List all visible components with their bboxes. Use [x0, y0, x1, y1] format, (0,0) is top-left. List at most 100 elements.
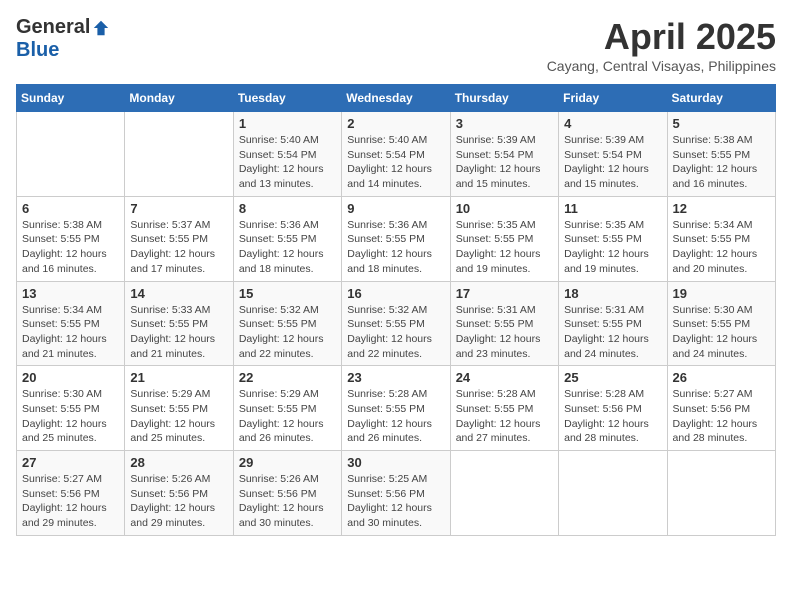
calendar-cell: 24Sunrise: 5:28 AMSunset: 5:55 PMDayligh…	[450, 366, 558, 451]
day-info: Sunrise: 5:34 AMSunset: 5:55 PMDaylight:…	[22, 303, 119, 362]
calendar-table: SundayMondayTuesdayWednesdayThursdayFrid…	[16, 84, 776, 536]
calendar-cell: 26Sunrise: 5:27 AMSunset: 5:56 PMDayligh…	[667, 366, 775, 451]
calendar-cell: 10Sunrise: 5:35 AMSunset: 5:55 PMDayligh…	[450, 196, 558, 281]
day-info: Sunrise: 5:39 AMSunset: 5:54 PMDaylight:…	[564, 133, 661, 192]
calendar-cell: 30 Sunrise: 5:25 AMSunset: 5:56 PMDayligh…	[342, 451, 450, 536]
day-number: 18	[564, 286, 661, 301]
day-info: Sunrise: 5:30 AMSunset: 5:55 PMDaylight:…	[22, 387, 119, 446]
logo-icon	[92, 19, 110, 37]
day-number: 6	[22, 201, 119, 216]
day-info: Sunrise: 5:30 AMSunset: 5:55 PMDaylight:…	[673, 303, 770, 362]
weekday-header: Tuesday	[233, 85, 341, 112]
calendar-cell: 13 Sunrise: 5:34 AMSunset: 5:55 PMDayligh…	[17, 281, 125, 366]
day-number: 28	[130, 455, 227, 470]
calendar-cell	[17, 112, 125, 197]
day-number: 1	[239, 116, 336, 131]
calendar-cell: 1 Sunrise: 5:40 AMSunset: 5:54 PMDaylight…	[233, 112, 341, 197]
day-info: Sunrise: 5:39 AMSunset: 5:54 PMDaylight:…	[456, 133, 553, 192]
logo: General Blue	[16, 16, 110, 62]
calendar-week-row: 13 Sunrise: 5:34 AMSunset: 5:55 PMDayligh…	[17, 281, 776, 366]
day-number: 5	[673, 116, 770, 131]
weekday-header: Saturday	[667, 85, 775, 112]
day-number: 16	[347, 286, 444, 301]
calendar-title: April 2025	[547, 16, 776, 58]
day-info: Sunrise: 5:29 AMSunset: 5:55 PMDaylight:…	[239, 387, 336, 446]
calendar-cell: 20 Sunrise: 5:30 AMSunset: 5:55 PMDayligh…	[17, 366, 125, 451]
calendar-cell: 2Sunrise: 5:40 AMSunset: 5:54 PMDaylight…	[342, 112, 450, 197]
day-number: 14	[130, 286, 227, 301]
day-info: Sunrise: 5:28 AMSunset: 5:56 PMDaylight:…	[564, 387, 661, 446]
weekday-header: Thursday	[450, 85, 558, 112]
weekday-header: Wednesday	[342, 85, 450, 112]
page-header: General Blue April 2025 Cayang, Central …	[16, 16, 776, 74]
day-info: Sunrise: 5:38 AMSunset: 5:55 PMDaylight:…	[22, 218, 119, 277]
day-info: Sunrise: 5:35 AMSunset: 5:55 PMDaylight:…	[564, 218, 661, 277]
calendar-cell: 29 Sunrise: 5:26 AMSunset: 5:56 PMDayligh…	[233, 451, 341, 536]
day-number: 26	[673, 370, 770, 385]
day-info: Sunrise: 5:35 AMSunset: 5:55 PMDaylight:…	[456, 218, 553, 277]
day-info: Sunrise: 5:32 AMSunset: 5:55 PMDaylight:…	[347, 303, 444, 362]
day-number: 17	[456, 286, 553, 301]
weekday-header: Monday	[125, 85, 233, 112]
calendar-cell: 5 Sunrise: 5:38 AMSunset: 5:55 PMDaylight…	[667, 112, 775, 197]
day-number: 11	[564, 201, 661, 216]
day-number: 3	[456, 116, 553, 131]
calendar-cell	[559, 451, 667, 536]
day-number: 25	[564, 370, 661, 385]
day-info: Sunrise: 5:26 AMSunset: 5:56 PMDaylight:…	[130, 472, 227, 531]
calendar-cell: 15Sunrise: 5:32 AMSunset: 5:55 PMDayligh…	[233, 281, 341, 366]
day-number: 27	[22, 455, 119, 470]
day-number: 8	[239, 201, 336, 216]
day-info: Sunrise: 5:26 AMSunset: 5:56 PMDaylight:…	[239, 472, 336, 531]
day-number: 9	[347, 201, 444, 216]
weekday-header: Sunday	[17, 85, 125, 112]
day-number: 13	[22, 286, 119, 301]
day-number: 20	[22, 370, 119, 385]
calendar-cell: 27 Sunrise: 5:27 AMSunset: 5:56 PMDayligh…	[17, 451, 125, 536]
calendar-cell: 4 Sunrise: 5:39 AMSunset: 5:54 PMDaylight…	[559, 112, 667, 197]
day-info: Sunrise: 5:33 AMSunset: 5:55 PMDaylight:…	[130, 303, 227, 362]
day-number: 12	[673, 201, 770, 216]
day-number: 4	[564, 116, 661, 131]
day-number: 7	[130, 201, 227, 216]
calendar-cell: 9 Sunrise: 5:36 AMSunset: 5:55 PMDaylight…	[342, 196, 450, 281]
calendar-week-row: 6 Sunrise: 5:38 AMSunset: 5:55 PMDaylight…	[17, 196, 776, 281]
calendar-week-row: 27 Sunrise: 5:27 AMSunset: 5:56 PMDayligh…	[17, 451, 776, 536]
day-info: Sunrise: 5:38 AMSunset: 5:55 PMDaylight:…	[673, 133, 770, 192]
day-info: Sunrise: 5:31 AMSunset: 5:55 PMDaylight:…	[564, 303, 661, 362]
calendar-cell: 21 Sunrise: 5:29 AMSunset: 5:55 PMDayligh…	[125, 366, 233, 451]
calendar-cell	[125, 112, 233, 197]
calendar-cell: 11 Sunrise: 5:35 AMSunset: 5:55 PMDayligh…	[559, 196, 667, 281]
calendar-week-row: 20 Sunrise: 5:30 AMSunset: 5:55 PMDayligh…	[17, 366, 776, 451]
day-info: Sunrise: 5:34 AMSunset: 5:55 PMDaylight:…	[673, 218, 770, 277]
day-info: Sunrise: 5:29 AMSunset: 5:55 PMDaylight:…	[130, 387, 227, 446]
calendar-cell	[450, 451, 558, 536]
day-number: 21	[130, 370, 227, 385]
calendar-cell: 16 Sunrise: 5:32 AMSunset: 5:55 PMDayligh…	[342, 281, 450, 366]
title-block: April 2025 Cayang, Central Visayas, Phil…	[547, 16, 776, 74]
day-number: 23	[347, 370, 444, 385]
day-number: 22	[239, 370, 336, 385]
calendar-week-row: 1 Sunrise: 5:40 AMSunset: 5:54 PMDaylight…	[17, 112, 776, 197]
logo-general-text: General	[16, 16, 90, 39]
weekday-header: Friday	[559, 85, 667, 112]
calendar-cell: 18 Sunrise: 5:31 AMSunset: 5:55 PMDayligh…	[559, 281, 667, 366]
calendar-cell: 6 Sunrise: 5:38 AMSunset: 5:55 PMDaylight…	[17, 196, 125, 281]
day-info: Sunrise: 5:28 AMSunset: 5:55 PMDaylight:…	[456, 387, 553, 446]
calendar-cell: 28 Sunrise: 5:26 AMSunset: 5:56 PMDayligh…	[125, 451, 233, 536]
day-info: Sunrise: 5:27 AMSunset: 5:56 PMDaylight:…	[22, 472, 119, 531]
calendar-cell: 7 Sunrise: 5:37 AMSunset: 5:55 PMDaylight…	[125, 196, 233, 281]
day-info: Sunrise: 5:28 AMSunset: 5:55 PMDaylight:…	[347, 387, 444, 446]
day-info: Sunrise: 5:40 AMSunset: 5:54 PMDaylight:…	[239, 133, 336, 192]
calendar-cell: 14 Sunrise: 5:33 AMSunset: 5:55 PMDayligh…	[125, 281, 233, 366]
day-info: Sunrise: 5:36 AMSunset: 5:55 PMDaylight:…	[347, 218, 444, 277]
day-info: Sunrise: 5:40 AMSunset: 5:54 PMDaylight:…	[347, 133, 444, 192]
day-info: Sunrise: 5:25 AMSunset: 5:56 PMDaylight:…	[347, 472, 444, 531]
calendar-cell	[667, 451, 775, 536]
day-number: 30	[347, 455, 444, 470]
day-info: Sunrise: 5:32 AMSunset: 5:55 PMDaylight:…	[239, 303, 336, 362]
day-info: Sunrise: 5:37 AMSunset: 5:55 PMDaylight:…	[130, 218, 227, 277]
day-number: 29	[239, 455, 336, 470]
calendar-cell: 25 Sunrise: 5:28 AMSunset: 5:56 PMDayligh…	[559, 366, 667, 451]
calendar-subtitle: Cayang, Central Visayas, Philippines	[547, 58, 776, 74]
